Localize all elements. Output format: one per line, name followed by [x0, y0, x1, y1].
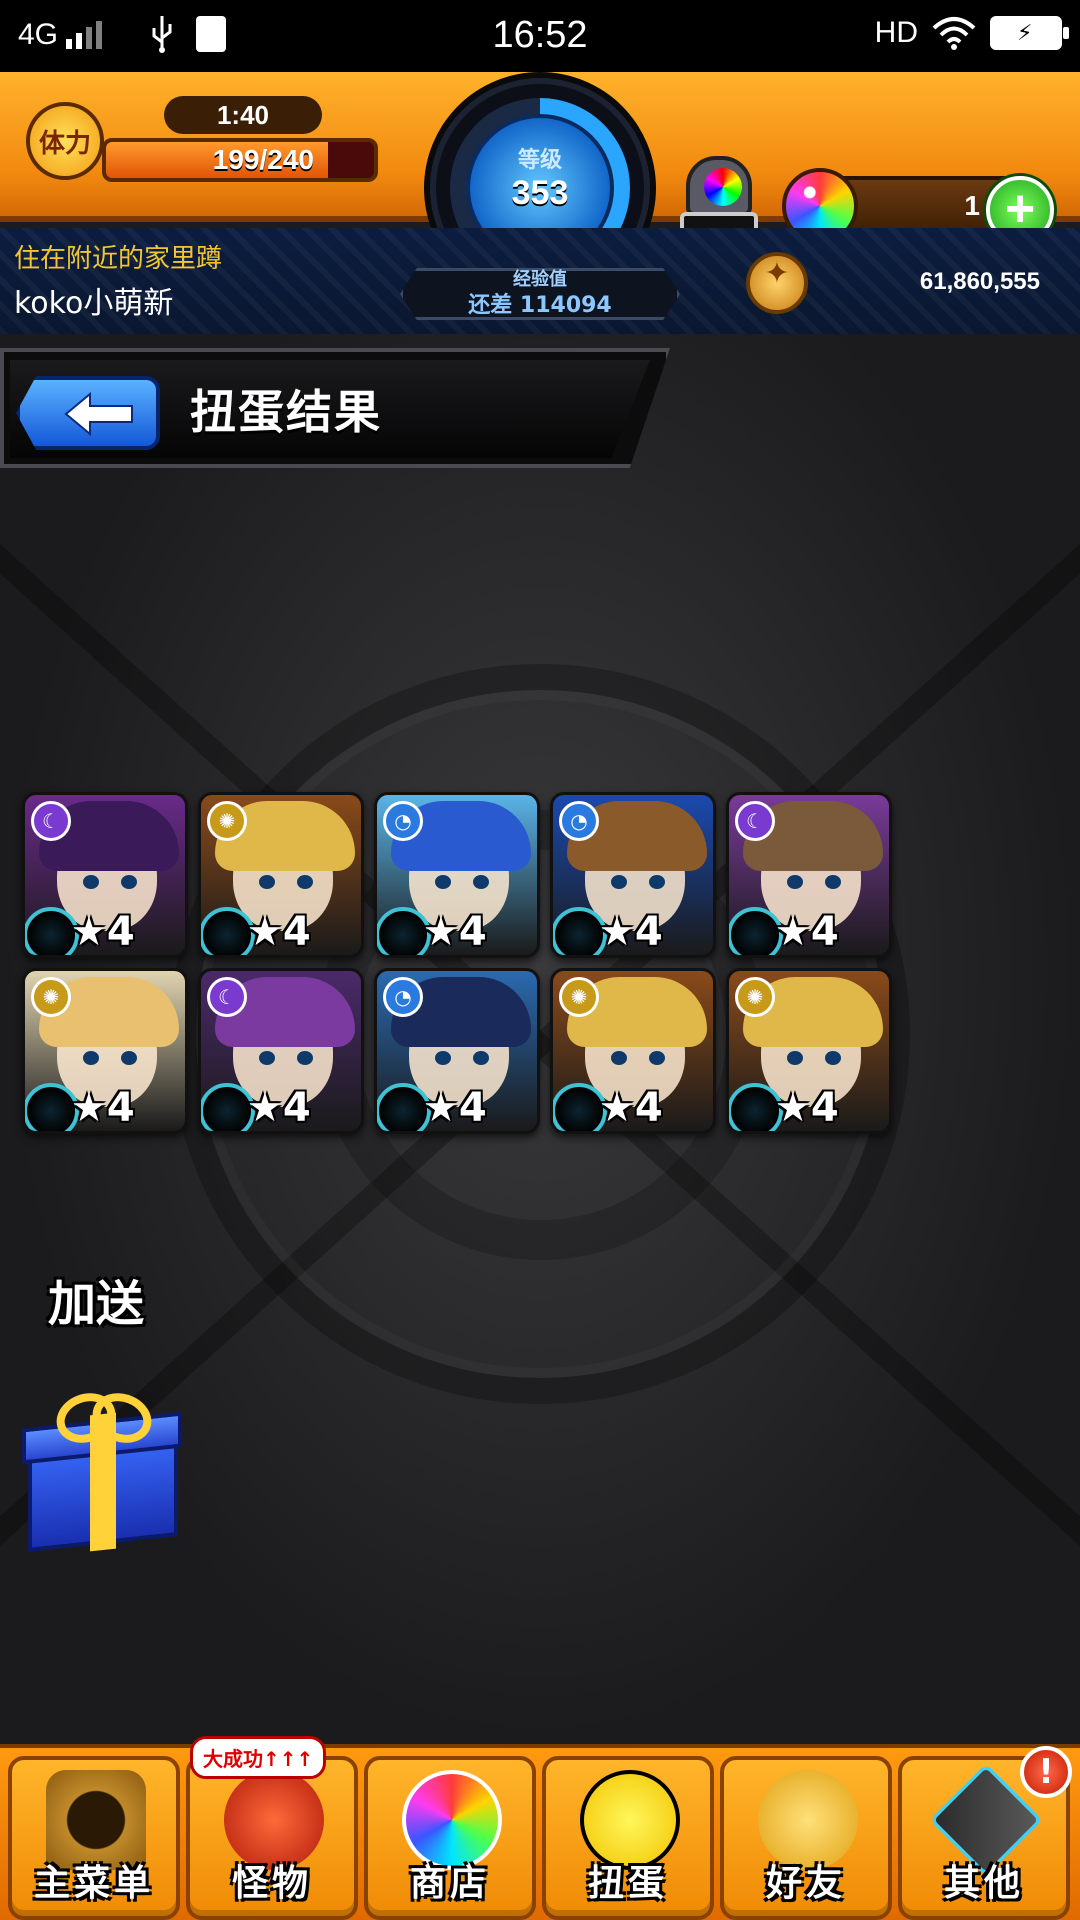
bonus-label: 加送 — [48, 1276, 145, 1332]
result-card[interactable]: ◔ ★4 — [374, 968, 540, 1134]
battery-icon: ⚡ — [990, 16, 1069, 50]
nav-item-monster[interactable]: 怪物 大成功↑↑↑ — [186, 1736, 358, 1920]
back-button[interactable] — [16, 376, 160, 450]
gift-box-icon — [56, 1394, 152, 1434]
coin-icon: ✦ — [746, 252, 808, 314]
attribute-icon: ☾ — [207, 977, 247, 1017]
rarity-label: ★4 — [775, 909, 839, 955]
attribute-icon: ☾ — [735, 801, 775, 841]
level-value: 353 — [511, 174, 569, 212]
player-nickname: 住在附近的家里蹲 — [14, 244, 223, 274]
result-card[interactable]: ☾ ★4 — [198, 968, 364, 1134]
rarity-label: ★4 — [423, 909, 487, 955]
result-card[interactable]: ◔ ★4 — [374, 792, 540, 958]
rarity-label: ★4 — [599, 1085, 663, 1131]
bonus-gift-button[interactable] — [22, 1394, 182, 1554]
level-label: 等级 — [517, 148, 562, 173]
rarity-label: ★4 — [71, 1085, 135, 1131]
exp-remaining: 还差 114094 — [468, 293, 612, 318]
attribute-icon: ◔ — [383, 977, 423, 1017]
stamina-timer: 1:40 — [164, 96, 322, 134]
status-bar: 4G 16:52 HD ⚡ — [0, 0, 1080, 72]
stamina-value: 199/240 — [212, 144, 314, 175]
result-card[interactable]: ✺ ★4 — [198, 792, 364, 958]
rarity-label: ★4 — [775, 1085, 839, 1131]
nav-item-gate[interactable]: 主菜单 — [8, 1756, 180, 1920]
result-card[interactable]: ✺ ★4 — [550, 968, 716, 1134]
nav-badge: 大成功↑↑↑ — [190, 1736, 327, 1779]
result-card[interactable]: ☾ ★4 — [726, 792, 892, 958]
player-username: koko小萌新 — [14, 286, 174, 321]
nav-label: 怪物 — [231, 1863, 312, 1904]
rarity-label: ★4 — [71, 909, 135, 955]
gacha-machine-icon — [686, 156, 752, 216]
hd-indicator: HD — [874, 16, 918, 49]
nav-item-orb[interactable]: 商店 — [364, 1756, 536, 1920]
attribute-icon: ☾ — [31, 801, 71, 841]
wifi-icon — [932, 17, 976, 50]
nav-label: 扭蛋 — [587, 1863, 668, 1904]
nav-label: 主菜单 — [33, 1863, 154, 1904]
attribute-icon: ✺ — [207, 801, 247, 841]
result-card[interactable]: ✺ ★4 — [22, 968, 188, 1134]
attribute-icon: ✺ — [735, 977, 775, 1017]
attribute-icon: ✺ — [559, 977, 599, 1017]
rarity-label: ★4 — [247, 1085, 311, 1131]
nav-label: 商店 — [409, 1863, 490, 1904]
stamina-icon: 体力 — [26, 102, 104, 180]
main-area: 扭蛋结果 ☾ ★4 ✺ ★4 ◔ ★4 ◔ ★4 ☾ ★4 ✺ ★4 ☾ ★4 ◔ ★4 ✺ ★4 ✺ ★4 加送 — [0, 334, 1080, 1744]
nav-label: 好友 — [765, 1863, 846, 1904]
rarity-label: ★4 — [423, 1085, 487, 1131]
attribute-icon: ◔ — [383, 801, 423, 841]
orb-count: 1 — [964, 190, 980, 221]
result-card[interactable]: ✺ ★4 — [726, 968, 892, 1134]
result-card[interactable]: ☾ ★4 — [22, 792, 188, 958]
nav-item-egg[interactable]: 扭蛋 — [542, 1756, 714, 1920]
result-card[interactable]: ◔ ★4 — [550, 792, 716, 958]
alert-badge: ! — [1020, 1746, 1072, 1798]
bottom-nav: 主菜单 怪物 大成功↑↑↑ 商店 扭蛋 好友 其他! — [0, 1736, 1080, 1920]
attribute-icon: ◔ — [559, 801, 599, 841]
back-arrow-icon — [64, 392, 133, 436]
page-title: 扭蛋结果 — [190, 385, 382, 439]
rarity-label: ★4 — [247, 909, 311, 955]
attribute-icon: ✺ — [31, 977, 71, 1017]
exp-box: 经验值 还差 114094 — [400, 268, 680, 320]
rarity-label: ★4 — [599, 909, 663, 955]
nav-item-other[interactable]: 其他! — [898, 1746, 1072, 1920]
nav-label: 其他 — [943, 1863, 1024, 1904]
nav-item-friends[interactable]: 好友 — [720, 1756, 892, 1920]
coin-value: 61,860,555 — [919, 268, 1040, 295]
